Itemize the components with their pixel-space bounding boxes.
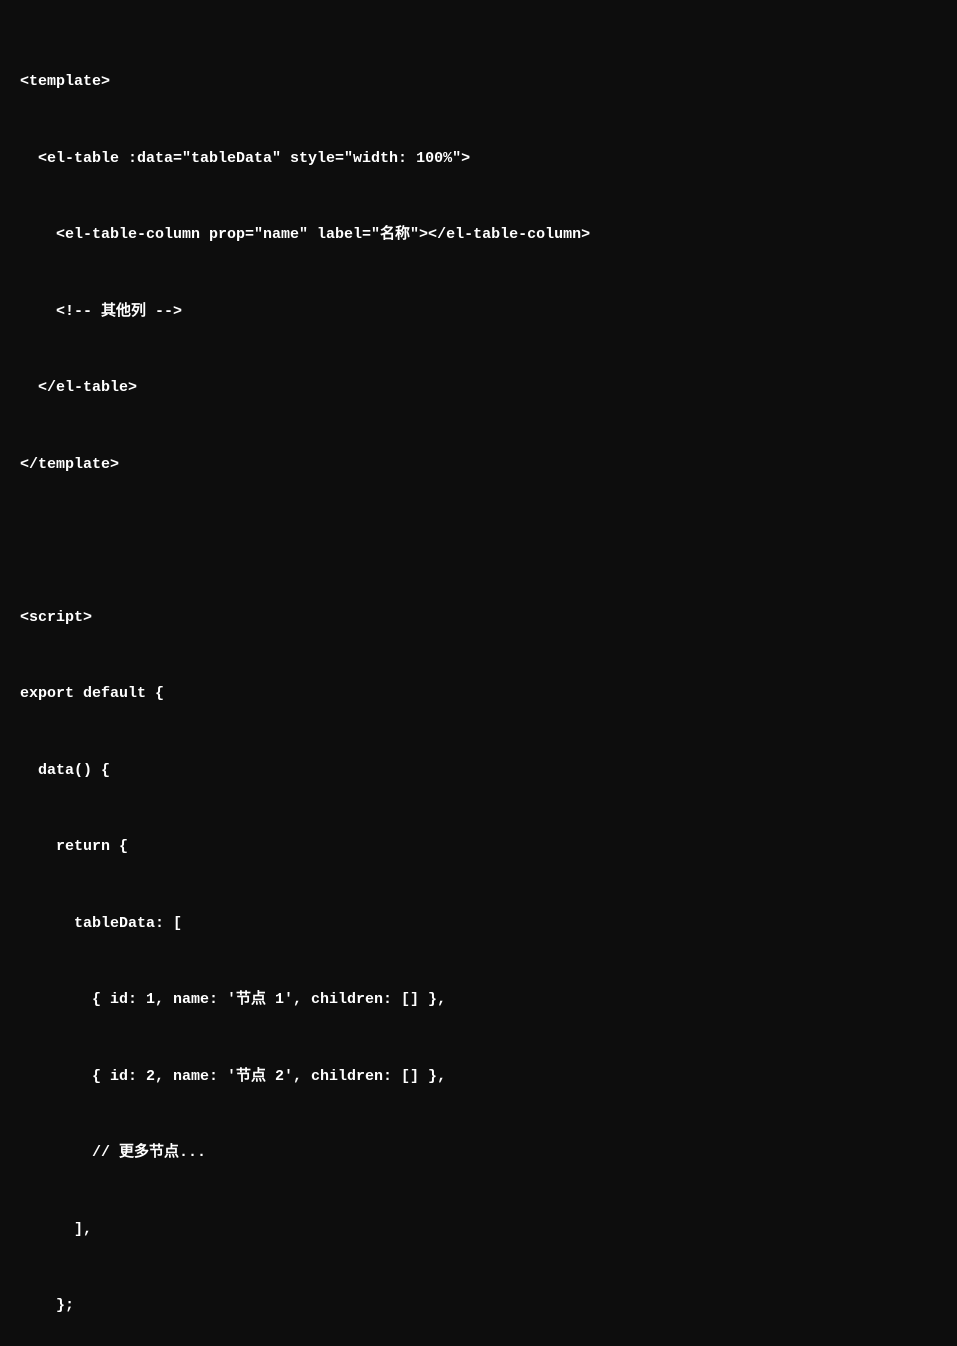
code-line: return { — [20, 834, 937, 860]
code-line: </template> — [20, 452, 937, 478]
code-line: ], — [20, 1217, 937, 1243]
code-line: <el-table-column prop="name" label="名称">… — [20, 222, 937, 248]
code-line: <el-table :data="tableData" style="width… — [20, 146, 937, 172]
code-line: export default { — [20, 681, 937, 707]
code-line: { id: 1, name: '节点 1', children: [] }, — [20, 987, 937, 1013]
code-line: data() { — [20, 758, 937, 784]
code-line: </el-table> — [20, 375, 937, 401]
code-line: // 更多节点... — [20, 1140, 937, 1166]
code-line: { id: 2, name: '节点 2', children: [] }, — [20, 1064, 937, 1090]
code-line: <!-- 其他列 --> — [20, 299, 937, 325]
code-line: tableData: [ — [20, 911, 937, 937]
code-line: }; — [20, 1293, 937, 1319]
code-line: <template> — [20, 69, 937, 95]
code-block: <template> <el-table :data="tableData" s… — [20, 18, 937, 1346]
code-line: <script> — [20, 605, 937, 631]
code-line — [20, 528, 937, 554]
